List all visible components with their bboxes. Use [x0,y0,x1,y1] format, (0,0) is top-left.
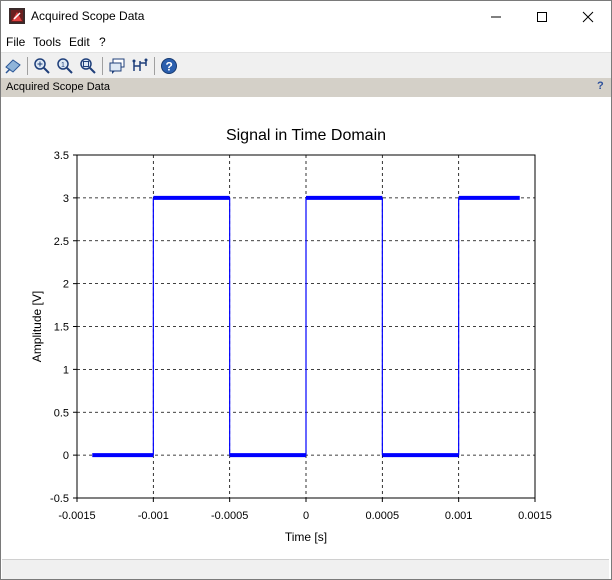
maximize-button[interactable] [519,1,565,32]
menu-edit[interactable]: Edit [69,35,90,49]
status-bar [2,559,609,579]
toolbar-separator [102,57,103,75]
panel-header: Acquired Scope Data ? [1,78,611,97]
y-tick-label: -0.5 [50,493,69,505]
zoom-fit-icon [80,58,96,74]
datatip-manager-icon [132,58,148,71]
help-icon: ? [161,58,177,74]
panel-help-button[interactable]: ? [597,80,604,92]
title-bar[interactable]: Acquired Scope Data [1,1,611,32]
panel-title: Acquired Scope Data [6,81,110,93]
x-tick-label: 0.0005 [366,510,400,522]
toolbar-separator [154,57,155,75]
y-tick-label: 1 [63,364,69,376]
minimize-button[interactable] [473,1,519,32]
maximize-icon [537,11,547,22]
y-tick-label: 3.5 [54,150,69,162]
y-axis-label: Amplitude [V] [30,291,44,362]
y-tick-label: 0.5 [54,407,69,419]
app-icon [9,8,25,24]
menu-help[interactable]: ? [99,35,106,49]
help-button[interactable]: ? [159,56,179,76]
zoom-in-button[interactable] [32,56,52,76]
toolbar: 1 ? [1,52,611,79]
x-tick-label: 0.0015 [518,510,552,522]
close-button[interactable] [565,1,611,32]
x-tick-label: -0.0005 [211,510,248,522]
menu-tools[interactable]: Tools [33,35,61,49]
minimize-icon [491,16,501,17]
toolbar-separator [27,57,28,75]
y-tick-label: 0 [63,450,69,462]
svg-text:?: ? [166,60,173,74]
window-title: Acquired Scope Data [31,9,145,23]
x-tick-label: -0.001 [138,510,169,522]
zoom-reset-icon: 1 [57,58,73,74]
chart[interactable]: -0.0015 -0.001 -0.0005 0 0.0005 0.001 0.0015 -0… [2,98,611,559]
close-icon [582,11,594,22]
y-tick-label: 1.5 [54,322,69,334]
menu-file[interactable]: File [6,35,25,49]
datatip-icon [109,58,125,74]
zoom-fit-button[interactable] [78,56,98,76]
y-tick-label: 2 [63,279,69,291]
y-tick-label: 3 [63,193,69,205]
datatip-manager-button[interactable] [130,56,150,76]
zoom-in-icon [34,58,50,74]
menu-bar: File Tools Edit ? [1,32,611,51]
zoom-reset-button[interactable]: 1 [55,56,75,76]
svg-text:1: 1 [61,62,65,69]
x-axis-label: Time [s] [285,530,327,544]
x-tick-label: 0 [303,510,309,522]
app-window: Acquired Scope Data File Tools Edit ? 1 … [0,0,612,580]
rotate-button[interactable] [3,56,23,76]
x-tick-label: 0.001 [445,510,473,522]
plot-area[interactable]: -0.0015 -0.001 -0.0005 0 0.0005 0.001 0.0015 -0… [2,98,611,559]
chart-title: Signal in Time Domain [226,127,386,144]
datatip-button[interactable] [107,56,127,76]
x-tick-label: -0.0015 [58,510,95,522]
y-tick-label: 2.5 [54,236,69,248]
rotate-icon [5,59,21,74]
